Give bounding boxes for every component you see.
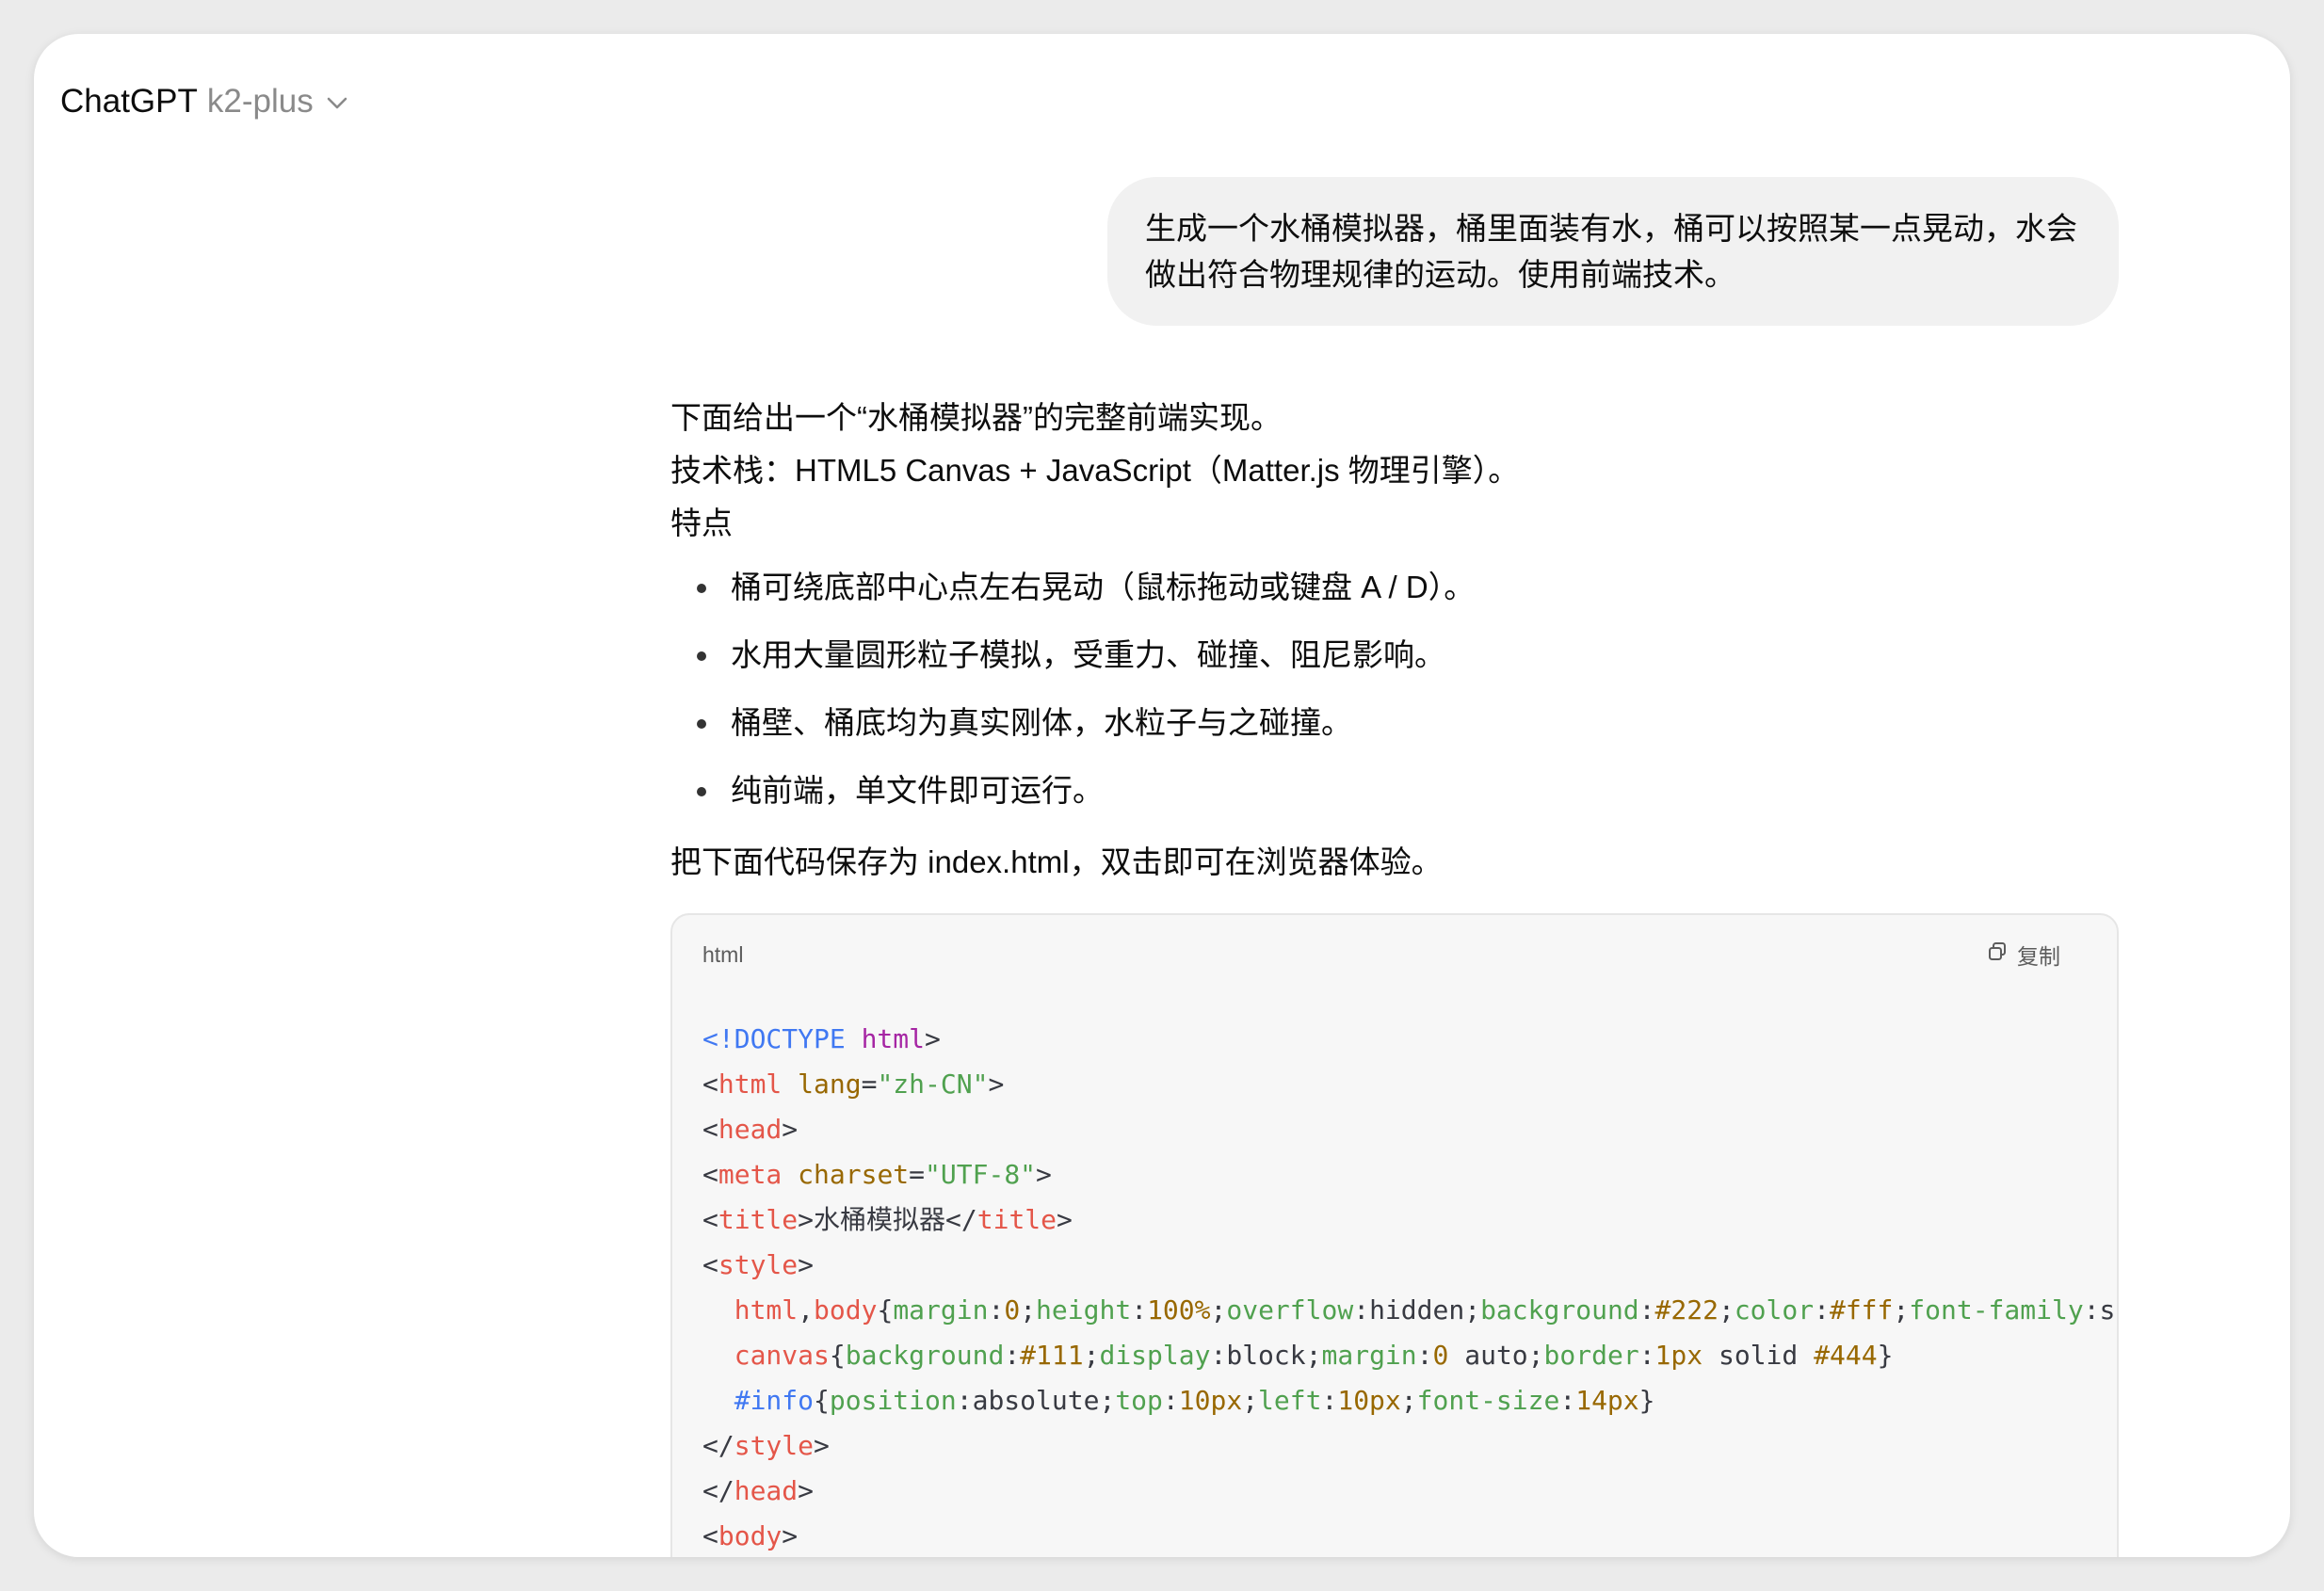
code-language-label: html [702,941,744,967]
answer-intro: 下面给出一个“水桶模拟器”的完整前端实现。 [670,400,1282,435]
list-item-text: 纯前端，单文件即可运行。 [731,773,1104,808]
bullet-dot [697,719,706,729]
save-instruction: 把下面代码保存为 index.html，双击即可在浏览器体验。 [670,844,1443,879]
user-message: 生成一个水桶模拟器，桶里面装有水，桶可以按照某一点晃动，水会做出符合物理规律的运… [1107,177,2119,326]
list-item-text: 桶壁、桶底均为真实刚体，水粒子与之碰撞。 [731,705,1352,740]
list-item: 桶壁、桶底均为真实刚体，水粒子与之碰撞。 [670,697,2119,749]
list-item-text: 桶可绕底部中心点左右晃动（鼠标拖动或键盘 A / D）。 [731,570,1476,604]
code-line: <head> [702,1114,799,1145]
answer-features-heading: 特点 [670,506,733,540]
list-item: 桶可绕底部中心点左右晃动（鼠标拖动或键盘 A / D）。 [670,561,2119,614]
answer-tech-stack: 技术栈：HTML5 Canvas + JavaScript（Matter.js … [670,453,1520,488]
copy-label: 复制 [2017,944,2060,969]
model-selector[interactable]: ChatGPT k2-plus [60,75,347,128]
chevron-down-icon [327,91,347,116]
code-line: <html lang="zh-CN"> [702,1069,1005,1100]
code-content: <!DOCTYPE html> <html lang="zh-CN"> <head>… [702,1017,2115,1557]
bullet-dot [697,787,706,796]
assistant-message: 下面给出一个“水桶模拟器”的完整前端实现。 技术栈：HTML5 Canvas +… [670,392,2119,889]
list-item-text: 水用大量圆形粒子模拟，受重力、碰撞、阻尼影响。 [731,637,1445,672]
code-line: <body> [702,1520,799,1551]
model-name: k2-plus [206,83,314,120]
bullet-dot [697,651,706,661]
code-line: <style> [702,1249,815,1280]
code-line: html,body{margin:0;height:100%;overflow:… [734,1294,2116,1326]
list-item: 纯前端，单文件即可运行。 [670,764,2119,817]
code-line: </head> [702,1475,815,1506]
code-line: #info{position:absolute;top:10px;left:10… [734,1385,1655,1416]
code-block: html 复制 <!DOCTYPE html> <html lang="zh-CN… [670,913,2119,1557]
code-line: <!DOCTYPE html> [702,1023,941,1054]
list-item: 水用大量圆形粒子模拟，受重力、碰撞、阻尼影响。 [670,629,2119,682]
brand-name: ChatGPT [60,83,198,120]
code-line: <meta charset="UTF-8"> [702,1159,1052,1190]
code-line: </style> [702,1430,830,1461]
code-line: <title>水桶模拟器</title> [702,1204,1073,1235]
copy-code-button[interactable]: 复制 [1987,939,2060,971]
bullet-dot [697,584,706,593]
code-block-header: html 复制 [702,936,2060,973]
code-line: canvas{background:#111;display:block;mar… [734,1340,1894,1371]
chat-window: ChatGPT k2-plus 生成一个水桶模拟器，桶里面装有水，桶可以按照某一… [34,34,2290,1557]
feature-list: 桶可绕底部中心点左右晃动（鼠标拖动或键盘 A / D）。 水用大量圆形粒子模拟，… [670,561,2119,817]
copy-icon [1987,941,2008,968]
